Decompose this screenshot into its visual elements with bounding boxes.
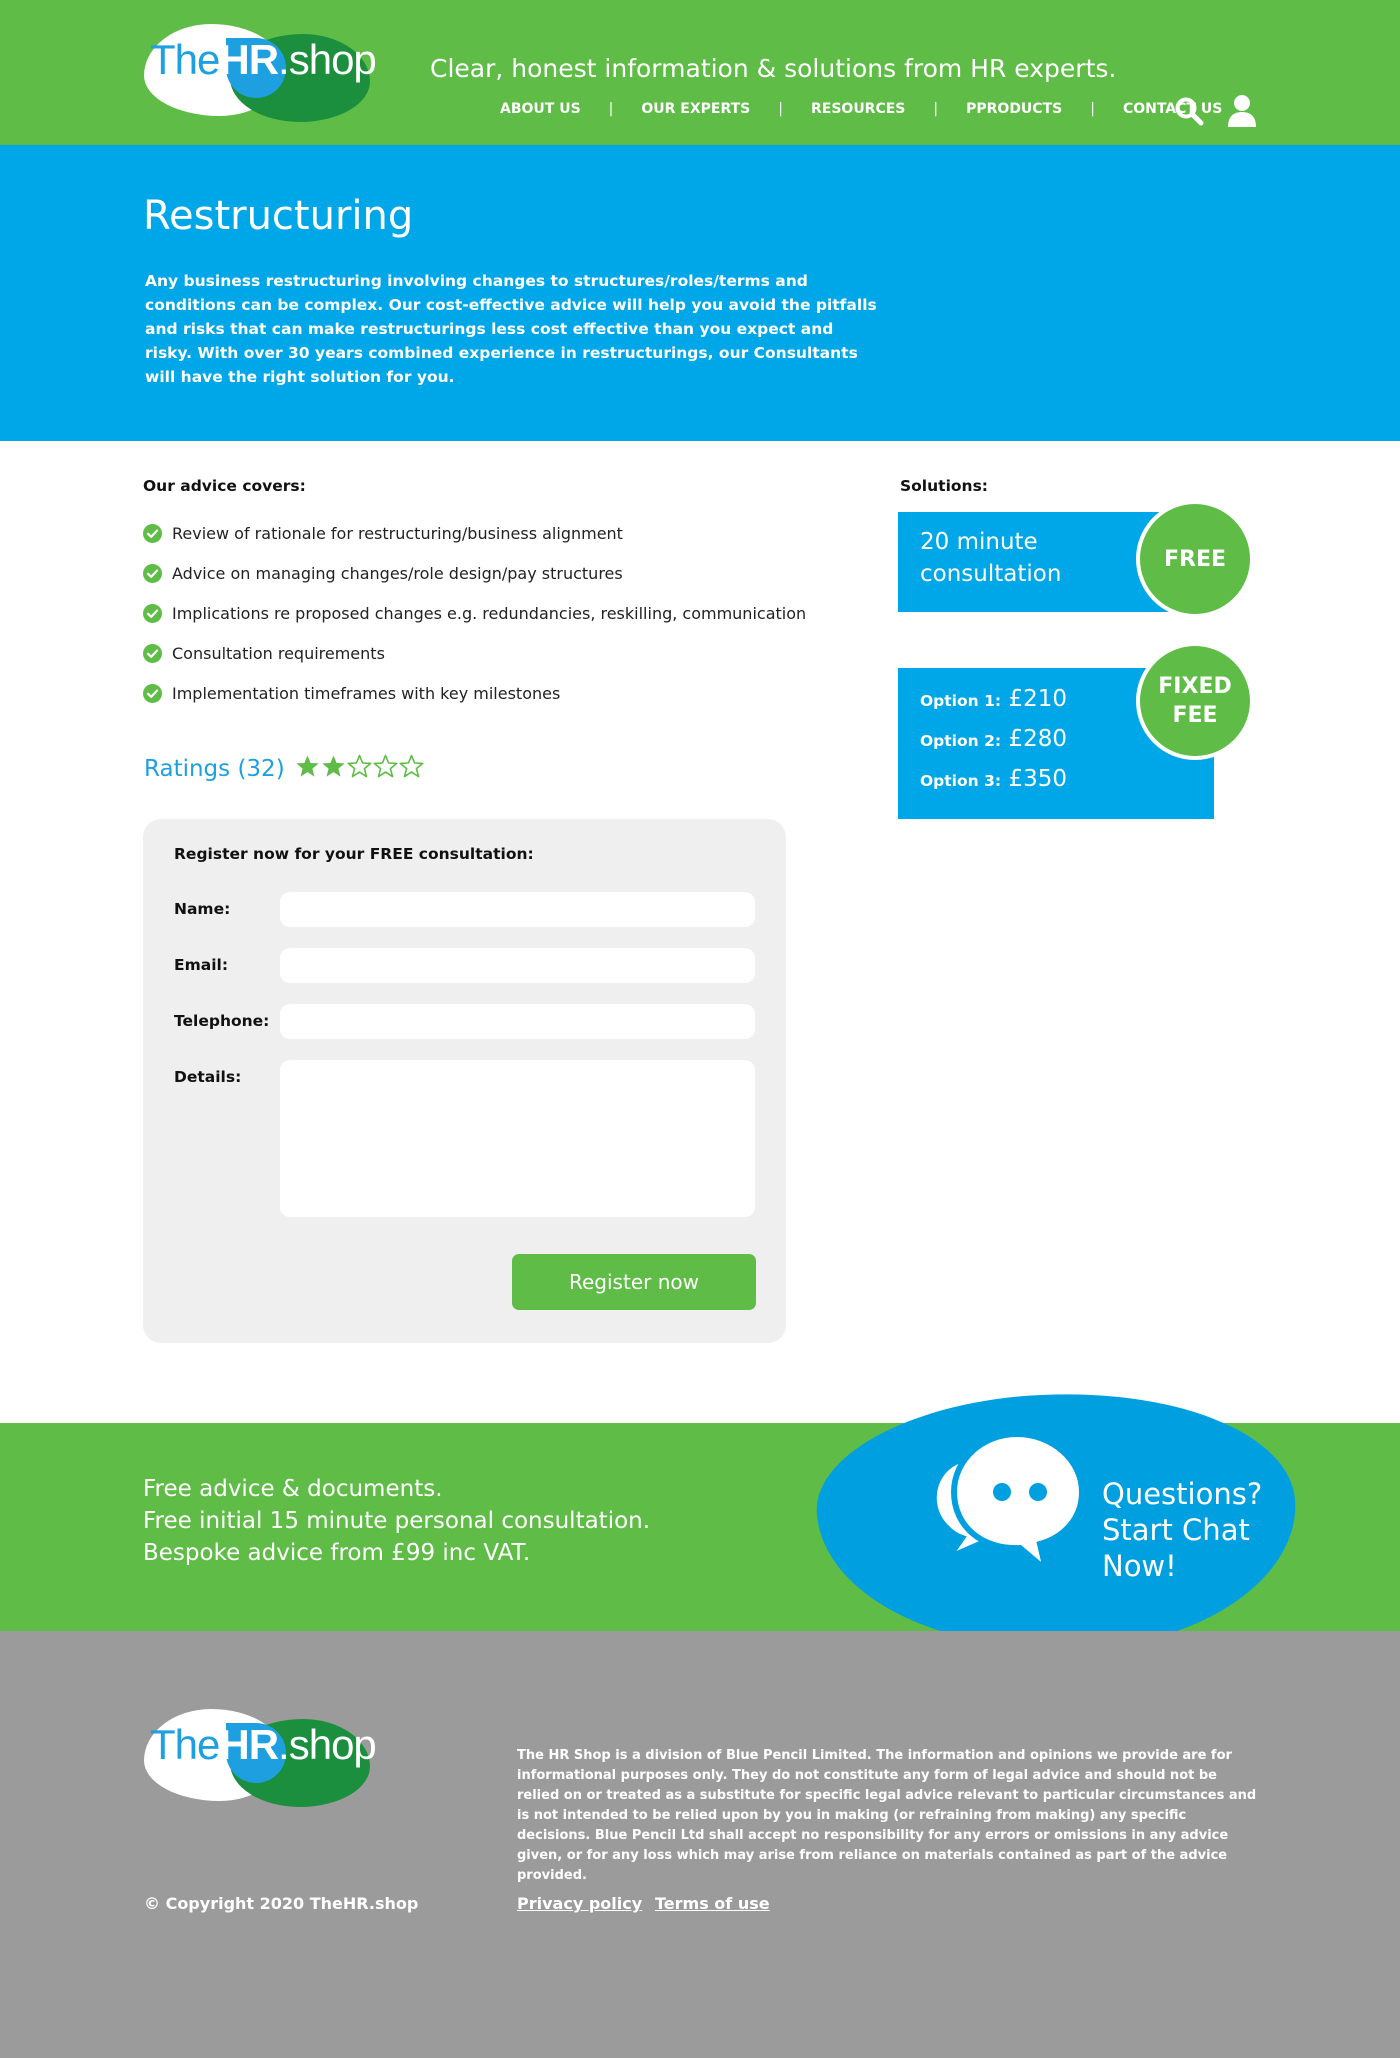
register-form: Register now for your FREE consultation:… xyxy=(143,819,786,1343)
option-2: Option 2: £280 xyxy=(920,726,1067,752)
option-1: Option 1: £210 xyxy=(920,686,1067,712)
form-title: Register now for your FREE consultation: xyxy=(174,845,534,863)
hero-section: Restructuring Any business restructuring… xyxy=(0,145,1400,441)
email-field[interactable] xyxy=(280,948,755,983)
promo-line-2: Free initial 15 minute personal consulta… xyxy=(143,1508,651,1534)
nav-separator: | xyxy=(608,101,614,117)
option-price: £210 xyxy=(1008,686,1068,712)
list-item: Consultation requirements xyxy=(143,633,806,673)
check-icon xyxy=(143,643,162,663)
option-price: £350 xyxy=(1008,766,1068,792)
option-price: £280 xyxy=(1008,726,1068,752)
copyright: © Copyright 2020 TheHR.shop xyxy=(144,1894,419,1913)
site-footer: TheHR.shop The HR Shop is a division of … xyxy=(0,1631,1400,2058)
option-label: Option 3: xyxy=(920,772,1002,790)
chat-bubbles-icon[interactable] xyxy=(922,1430,1092,1580)
chat-line-1: Questions? xyxy=(1102,1477,1263,1511)
nav-resources[interactable]: RESOURCES xyxy=(811,101,905,117)
list-item-text: Implementation timeframes with key miles… xyxy=(172,683,561,703)
nav-separator: | xyxy=(933,101,939,117)
chat-line-3: Now! xyxy=(1102,1549,1177,1583)
name-field[interactable] xyxy=(280,892,755,927)
name-label: Name: xyxy=(174,900,231,918)
search-icon[interactable] xyxy=(1174,96,1204,126)
logo-text-hr: HR xyxy=(219,36,279,83)
email-label: Email: xyxy=(174,956,229,974)
star-empty-icon[interactable] xyxy=(399,754,424,779)
star-filled-icon[interactable] xyxy=(295,754,320,779)
tagline: Clear, honest information & solutions fr… xyxy=(430,54,1117,83)
logo[interactable]: TheHR.shop xyxy=(144,18,377,122)
consultation-line-2: consultation xyxy=(920,561,1062,587)
promo-line-3: Bespoke advice from £99 inc VAT. xyxy=(143,1540,531,1566)
nav-about-us[interactable]: ABOUT US xyxy=(500,101,581,117)
star-empty-icon[interactable] xyxy=(347,754,372,779)
details-field[interactable] xyxy=(280,1060,755,1217)
covers-title: Our advice covers: xyxy=(143,477,306,495)
promo-line-1: Free advice & documents. xyxy=(143,1476,443,1502)
logo-text-the: The xyxy=(150,1721,220,1768)
nav-separator: | xyxy=(1090,101,1095,117)
privacy-policy-link[interactable]: Privacy policy xyxy=(517,1894,642,1913)
check-icon xyxy=(143,603,162,623)
chat-prompt[interactable]: Questions? Start Chat Now! xyxy=(1102,1476,1262,1584)
option-3: Option 3: £350 xyxy=(920,766,1067,792)
check-icon xyxy=(143,683,162,703)
telephone-label: Telephone: xyxy=(174,1012,270,1030)
register-button[interactable]: Register now xyxy=(512,1254,756,1310)
consultation-line-1: 20 minute xyxy=(920,529,1038,555)
logo-text-shop: .shop xyxy=(278,1721,377,1768)
list-item: Implications re proposed changes e.g. re… xyxy=(143,593,806,633)
solutions-title: Solutions: xyxy=(900,477,988,495)
ratings: Ratings (32) xyxy=(144,754,425,783)
list-item-text: Advice on managing changes/role design/p… xyxy=(172,563,623,583)
nav-separator: | xyxy=(778,101,783,117)
star-empty-icon[interactable] xyxy=(373,754,398,779)
check-icon xyxy=(143,523,162,543)
star-filled-icon[interactable] xyxy=(321,754,346,779)
page-title: Restructuring xyxy=(143,193,414,239)
list-item: Advice on managing changes/role design/p… xyxy=(143,553,806,593)
list-item: Implementation timeframes with key miles… xyxy=(143,673,806,713)
logo-text-shop: .shop xyxy=(278,36,377,83)
hero-description: Any business restructuring involving cha… xyxy=(145,272,877,386)
option-label: Option 1: xyxy=(920,692,1002,710)
terms-of-use-link[interactable]: Terms of use xyxy=(655,1894,770,1913)
legal-disclaimer: The HR Shop is a division of Blue Pencil… xyxy=(517,1748,1257,1883)
free-badge: FREE xyxy=(1136,500,1254,618)
check-icon xyxy=(143,563,162,583)
rating-stars[interactable] xyxy=(295,754,425,783)
user-icon[interactable] xyxy=(1226,94,1258,128)
site-header: TheHR.shop Clear, honest information & s… xyxy=(0,0,1400,145)
logo-text-the: The xyxy=(150,36,220,83)
main-content: Our advice covers: Review of rationale f… xyxy=(0,441,1400,1423)
list-item-text: Implications re proposed changes e.g. re… xyxy=(172,603,807,623)
list-item-text: Review of rationale for restructuring/bu… xyxy=(172,523,623,543)
option-label: Option 2: xyxy=(920,732,1002,750)
nav-our-experts[interactable]: OUR EXPERTS xyxy=(641,101,750,117)
fixed-badge-line-1: FIXED xyxy=(1158,674,1232,699)
footer-logo[interactable]: TheHR.shop xyxy=(144,1703,377,1807)
telephone-field[interactable] xyxy=(280,1004,755,1039)
ratings-label: Ratings (32) xyxy=(144,755,285,782)
nav-contact-us[interactable]: CONTACT US xyxy=(1123,101,1222,117)
chat-line-2: Start Chat xyxy=(1102,1513,1250,1547)
logo-text-hr: HR xyxy=(219,1721,279,1768)
promo-text: Free advice & documents. Free initial 15… xyxy=(143,1473,650,1569)
fixed-badge-line-2: FEE xyxy=(1172,703,1218,728)
list-item-text: Consultation requirements xyxy=(172,643,385,663)
details-label: Details: xyxy=(174,1068,242,1086)
list-item: Review of rationale for restructuring/bu… xyxy=(143,513,806,553)
fixed-fee-badge: FIXED FEE xyxy=(1136,642,1254,760)
covers-list: Review of rationale for restructuring/bu… xyxy=(143,513,806,713)
main-nav: ABOUT US | OUR EXPERTS | RESOURCES | PPR… xyxy=(500,101,1222,117)
nav-products[interactable]: PPRODUCTS xyxy=(966,101,1062,117)
